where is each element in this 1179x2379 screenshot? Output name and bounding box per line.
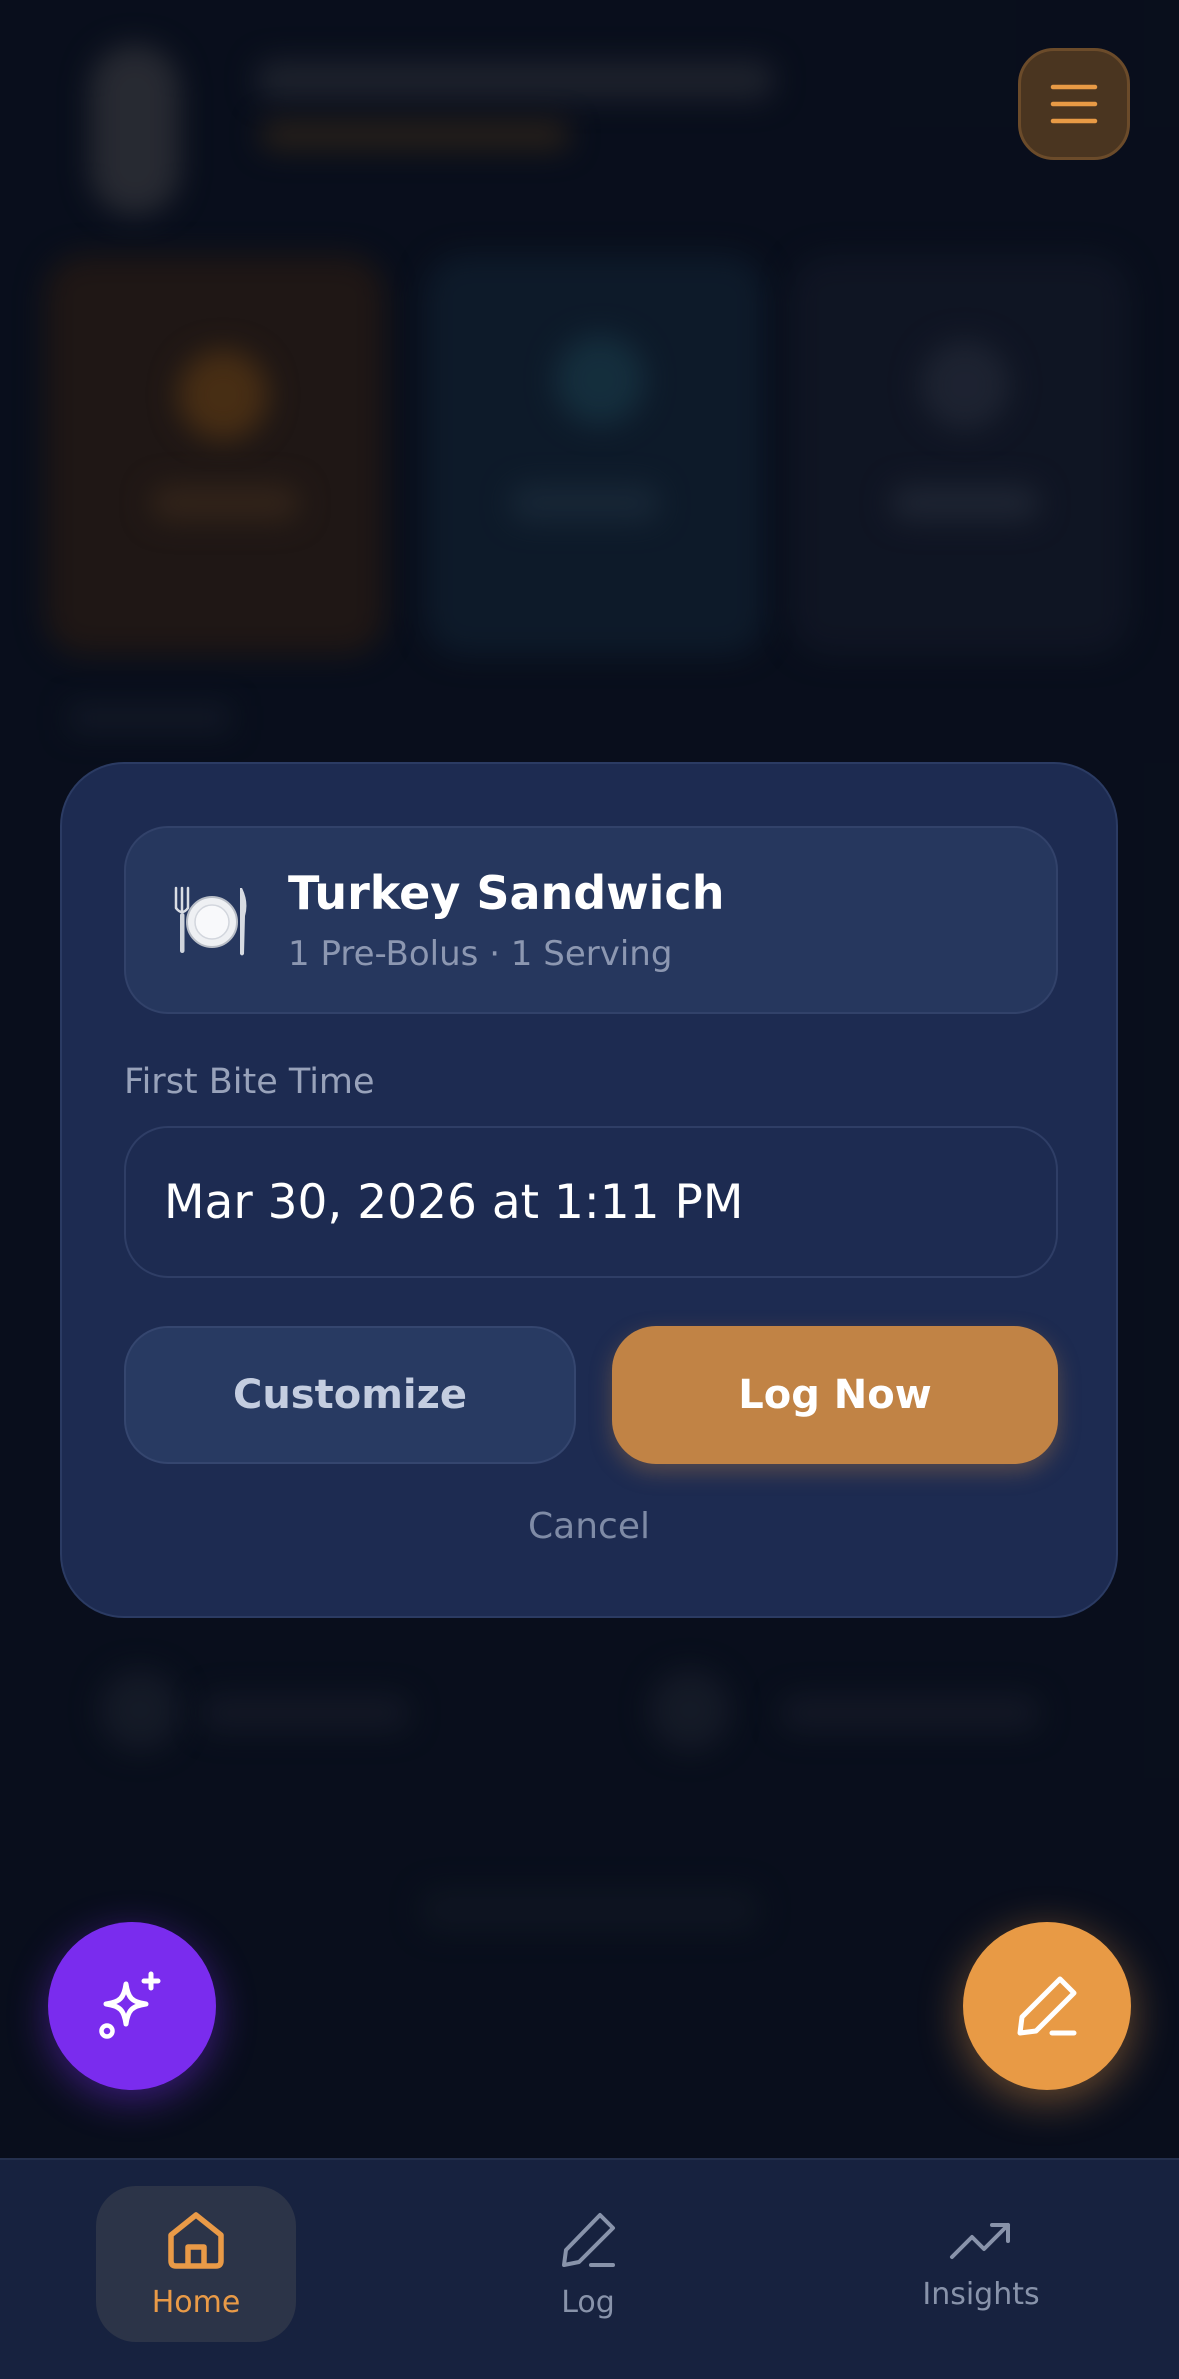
hamburger-menu-icon (1050, 84, 1098, 124)
first-bite-time-field[interactable]: Mar 30, 2026 at 1:11 PM (124, 1126, 1058, 1278)
sparkles-icon (99, 1971, 161, 2039)
first-bite-label: First Bite Time (124, 1062, 375, 1102)
plate-cutlery-icon (174, 886, 247, 956)
meal-summary-card: Turkey Sandwich 1 Pre-Bolus · 1 Serving (124, 826, 1058, 1014)
tab-log-label: Log (561, 2284, 615, 2320)
cancel-button[interactable]: Cancel (62, 1506, 1116, 1547)
tab-insights[interactable]: Insights (881, 2186, 1081, 2342)
ai-assistant-button[interactable] (48, 1922, 216, 2090)
pencil-icon (1017, 1976, 1077, 2036)
tab-insights-label: Insights (922, 2276, 1040, 2312)
meal-details: 1 Pre-Bolus · 1 Serving (288, 934, 673, 974)
log-now-button[interactable]: Log Now (612, 1326, 1058, 1464)
quick-edit-button[interactable] (963, 1922, 1131, 2090)
menu-button[interactable] (1018, 48, 1130, 160)
trend-up-icon (950, 2222, 1010, 2259)
meal-name: Turkey Sandwich (288, 866, 725, 920)
quick-log-dialog: Turkey Sandwich 1 Pre-Bolus · 1 Serving … (60, 762, 1118, 1618)
customize-button[interactable]: Customize (124, 1326, 576, 1464)
pencil-icon (562, 2212, 615, 2267)
tab-home-label: Home (151, 2284, 241, 2320)
home-icon (168, 2211, 224, 2269)
tab-home[interactable]: Home (96, 2186, 296, 2342)
bottom-tab-bar: Home Log Insights (0, 2158, 1179, 2379)
tab-log[interactable]: Log (488, 2186, 688, 2342)
